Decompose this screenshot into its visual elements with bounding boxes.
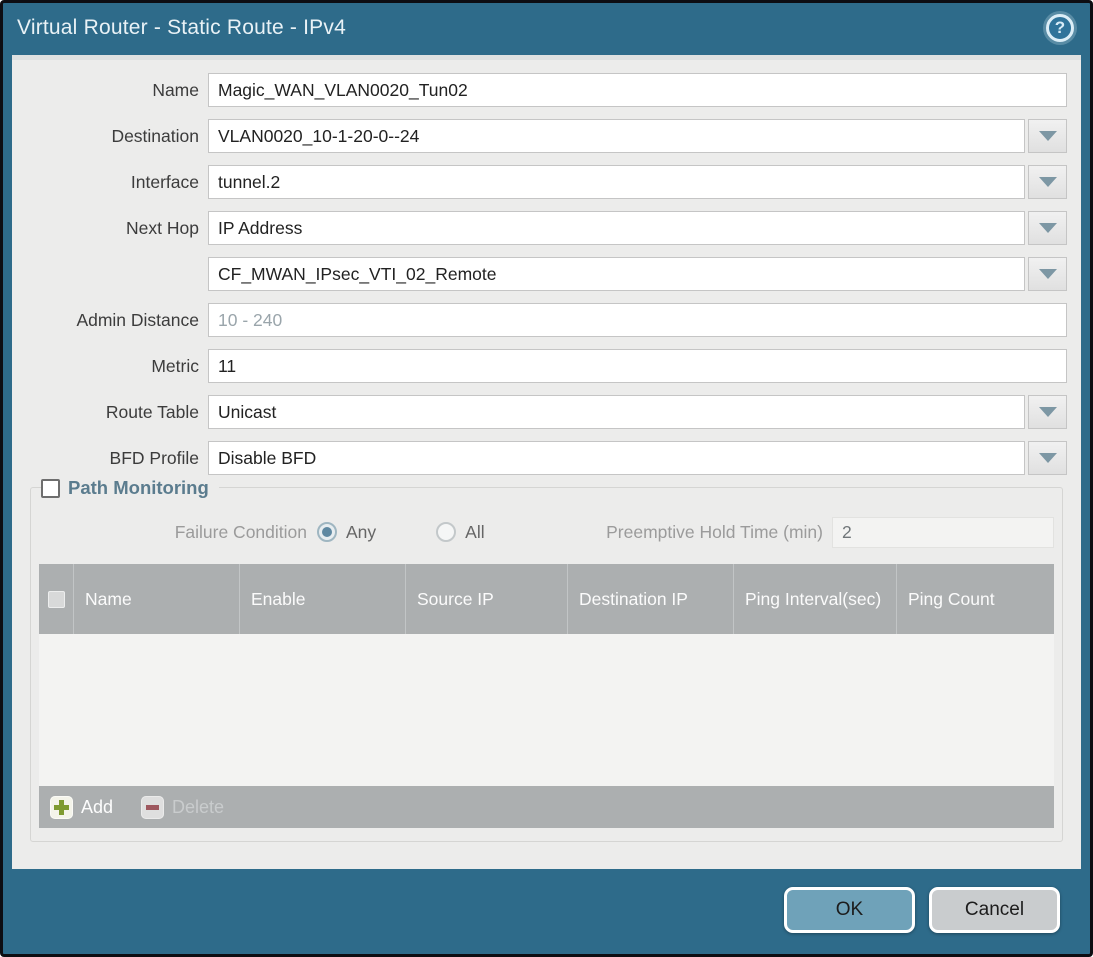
form-row-metric: Metric: [12, 349, 1067, 383]
form-row-name: Name: [12, 73, 1067, 107]
table-header: Name Enable Source IP Destination IP Pin…: [39, 564, 1054, 634]
chevron-down-icon: [1039, 131, 1057, 141]
failure-condition-any-radio[interactable]: [317, 522, 337, 542]
chevron-down-icon: [1039, 223, 1057, 233]
next-hop-address-select[interactable]: [208, 257, 1025, 291]
chevron-down-icon: [1039, 269, 1057, 279]
column-header-source-ip: Source IP: [406, 564, 568, 634]
form-row-next-hop: Next Hop: [12, 211, 1067, 245]
bfd-profile-select[interactable]: [208, 441, 1025, 475]
admin-distance-label: Admin Distance: [12, 310, 208, 331]
help-icon[interactable]: ?: [1046, 14, 1074, 42]
next-hop-type-select[interactable]: [208, 211, 1025, 245]
destination-input[interactable]: [208, 119, 1025, 153]
form-row-route-table: Route Table: [12, 395, 1067, 429]
route-table-dropdown-button[interactable]: [1028, 395, 1067, 429]
column-header-enable: Enable: [240, 564, 406, 634]
path-monitoring-table: Name Enable Source IP Destination IP Pin…: [39, 564, 1054, 828]
interface-input[interactable]: [208, 165, 1025, 199]
column-header-destination-ip: Destination IP: [568, 564, 734, 634]
interface-dropdown-button[interactable]: [1028, 165, 1067, 199]
form-row-interface: Interface: [12, 165, 1067, 199]
metric-label: Metric: [12, 356, 208, 377]
destination-label: Destination: [12, 126, 208, 147]
next-hop-label: Next Hop: [12, 218, 208, 239]
table-body-empty: [39, 634, 1054, 786]
next-hop-address-dropdown-button[interactable]: [1028, 257, 1067, 291]
name-input[interactable]: [208, 73, 1067, 107]
interface-label: Interface: [12, 172, 208, 193]
add-button-label: Add: [81, 797, 113, 818]
form-row-destination: Destination: [12, 119, 1067, 153]
destination-dropdown-button[interactable]: [1028, 119, 1067, 153]
path-monitoring-title: Path Monitoring: [68, 477, 209, 499]
select-all-checkbox-cell: [39, 564, 74, 634]
failure-condition-label: Failure Condition: [39, 522, 317, 543]
table-toolbar: Add Delete: [39, 786, 1054, 828]
failure-condition-row: Failure Condition Any All Preemptive Hol…: [39, 515, 1054, 549]
delete-button: Delete: [141, 796, 224, 819]
cancel-button[interactable]: Cancel: [929, 887, 1060, 933]
chevron-down-icon: [1039, 453, 1057, 463]
all-radio-label: All: [465, 522, 484, 543]
dialog-title: Virtual Router - Static Route - IPv4: [17, 16, 346, 40]
delete-minus-icon: [141, 796, 164, 819]
failure-condition-all-radio[interactable]: [436, 522, 456, 542]
chevron-down-icon: [1039, 407, 1057, 417]
delete-button-label: Delete: [172, 797, 224, 818]
bfd-profile-label: BFD Profile: [12, 448, 208, 469]
route-table-select[interactable]: [208, 395, 1025, 429]
dialog-content: Name Destination Interface: [12, 55, 1081, 869]
column-header-ping-interval: Ping Interval(sec): [734, 564, 897, 634]
path-monitoring-checkbox[interactable]: [41, 479, 60, 498]
preemptive-hold-time-input[interactable]: [832, 517, 1054, 548]
form-row-next-hop-address: [12, 257, 1067, 291]
column-header-name: Name: [74, 564, 240, 634]
static-route-dialog: Virtual Router - Static Route - IPv4 ? N…: [0, 0, 1093, 957]
ok-button[interactable]: OK: [784, 887, 915, 933]
path-monitoring-section: Path Monitoring Failure Condition Any Al…: [30, 487, 1063, 842]
dialog-footer: OK Cancel: [3, 866, 1090, 954]
column-header-ping-count: Ping Count: [897, 564, 1054, 634]
add-button[interactable]: Add: [50, 796, 113, 819]
form-row-admin-distance: Admin Distance: [12, 303, 1067, 337]
name-label: Name: [12, 80, 208, 101]
add-plus-icon: [50, 796, 73, 819]
path-monitoring-legend: Path Monitoring: [41, 477, 219, 499]
any-radio-label: Any: [346, 522, 376, 543]
select-all-checkbox[interactable]: [48, 591, 65, 608]
chevron-down-icon: [1039, 177, 1057, 187]
bfd-profile-dropdown-button[interactable]: [1028, 441, 1067, 475]
form-row-bfd-profile: BFD Profile: [12, 441, 1067, 475]
metric-input[interactable]: [208, 349, 1067, 383]
title-bar: Virtual Router - Static Route - IPv4 ?: [3, 3, 1090, 53]
next-hop-type-dropdown-button[interactable]: [1028, 211, 1067, 245]
route-table-label: Route Table: [12, 402, 208, 423]
admin-distance-input[interactable]: [208, 303, 1067, 337]
preemptive-hold-time-label: Preemptive Hold Time (min): [606, 522, 832, 543]
